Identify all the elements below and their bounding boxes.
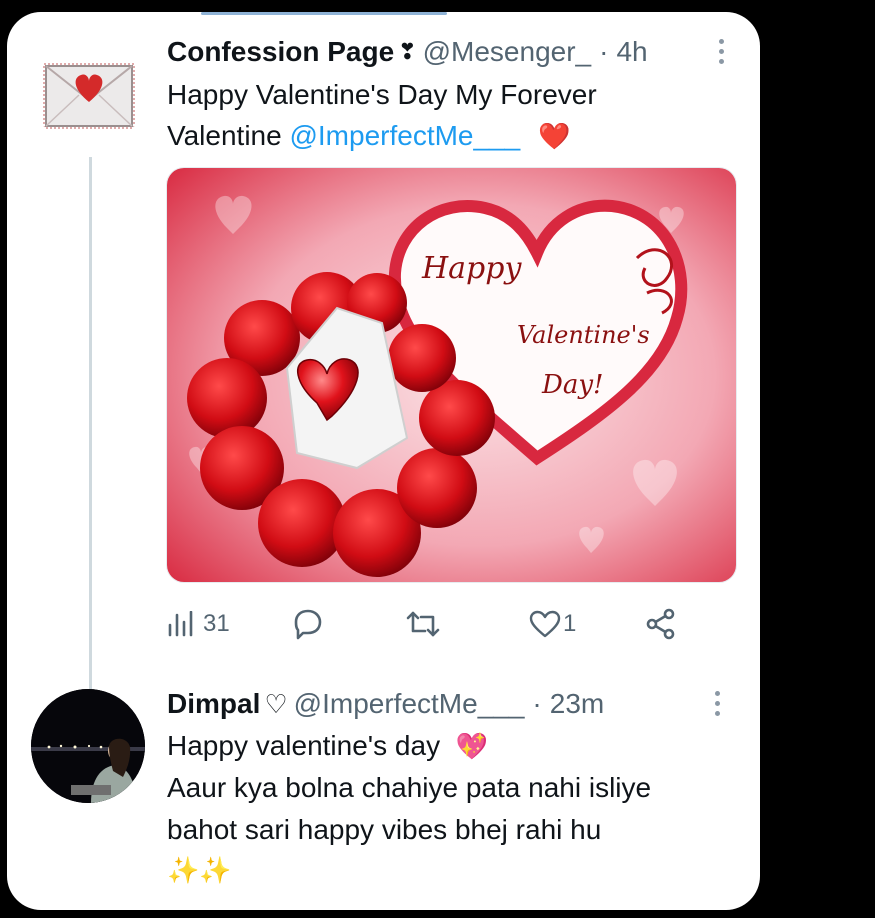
heart-outline-badge-icon: ♡ bbox=[264, 688, 288, 719]
timestamp[interactable]: 4h bbox=[616, 36, 647, 68]
tweet2-text-line2: Aaur kya bolna chahiye pata nahi isliye bbox=[167, 772, 652, 803]
tweet-card: Confession Page ❣ @Mesenger_ · 4h Happy … bbox=[7, 12, 760, 910]
views-count: 31 bbox=[203, 610, 230, 637]
reply-button[interactable] bbox=[291, 604, 325, 644]
views-chart-icon bbox=[168, 611, 193, 637]
text: Happy valentine's day bbox=[167, 730, 441, 761]
tweet2-text-line3: bahot sari happy vibes bhej rahi hu bbox=[167, 814, 602, 845]
heart-outline-icon bbox=[529, 610, 561, 638]
sparkles-emoji: ✨✨ bbox=[167, 855, 232, 885]
separator: · bbox=[532, 688, 542, 719]
retweet-icon bbox=[406, 611, 440, 637]
card-word-valentines: Valentine's bbox=[517, 321, 650, 349]
valentine-card-image: Happy Valentine's Day! bbox=[167, 168, 736, 582]
share-button[interactable] bbox=[645, 604, 677, 644]
views-button[interactable]: 31 bbox=[167, 604, 230, 644]
sparkling-heart-emoji: 💖 bbox=[455, 731, 489, 761]
reply-bubble-icon bbox=[294, 609, 322, 640]
tweet2-text-line1: Happy valentine's day 💖 bbox=[167, 725, 488, 767]
heart-badge-icon: ❣ bbox=[398, 39, 417, 64]
separator: · bbox=[599, 36, 609, 67]
tweet1-header: Confession Page ❣ @Mesenger_ · 4h bbox=[167, 32, 648, 72]
card-word-happy: Happy bbox=[421, 251, 522, 286]
night-portrait-photo bbox=[31, 689, 145, 803]
mention-link[interactable]: @ImperfectMe___ bbox=[289, 120, 520, 151]
red-heart-emoji: ❤️ bbox=[538, 121, 571, 151]
avatar-dimpal[interactable] bbox=[31, 689, 145, 803]
thread-connector bbox=[89, 157, 92, 692]
share-icon bbox=[646, 608, 675, 640]
timestamp[interactable]: 23m bbox=[550, 688, 604, 720]
tweet1-text-line2: Valentine @ImperfectMe___ ❤️ bbox=[167, 115, 571, 157]
display-name[interactable]: Dimpal bbox=[167, 688, 260, 720]
avatar-confession-page[interactable] bbox=[34, 40, 144, 150]
more-options-icon[interactable] bbox=[716, 39, 726, 64]
text-prefix: Valentine bbox=[167, 120, 290, 151]
retweet-button[interactable] bbox=[405, 604, 441, 644]
tweet1-actions: 31 1 bbox=[167, 604, 727, 644]
handle[interactable]: @Mesenger_ bbox=[423, 36, 592, 68]
like-count: 1 bbox=[563, 610, 577, 637]
tweet-media-image[interactable]: Happy Valentine's Day! bbox=[166, 167, 737, 583]
handle[interactable]: @ImperfectMe___ bbox=[294, 688, 525, 720]
display-name[interactable]: Confession Page bbox=[167, 36, 394, 68]
envelope-heart-icon bbox=[34, 40, 144, 150]
tweet2-header: Dimpal ♡ @ImperfectMe___ · 23m bbox=[167, 684, 604, 724]
card-word-day: Day! bbox=[541, 370, 603, 400]
top-indicator bbox=[201, 12, 447, 15]
tweet1-text-line1: Happy Valentine's Day My Forever bbox=[167, 79, 597, 110]
more-options-icon[interactable] bbox=[712, 691, 722, 716]
like-button[interactable]: 1 bbox=[529, 604, 576, 644]
